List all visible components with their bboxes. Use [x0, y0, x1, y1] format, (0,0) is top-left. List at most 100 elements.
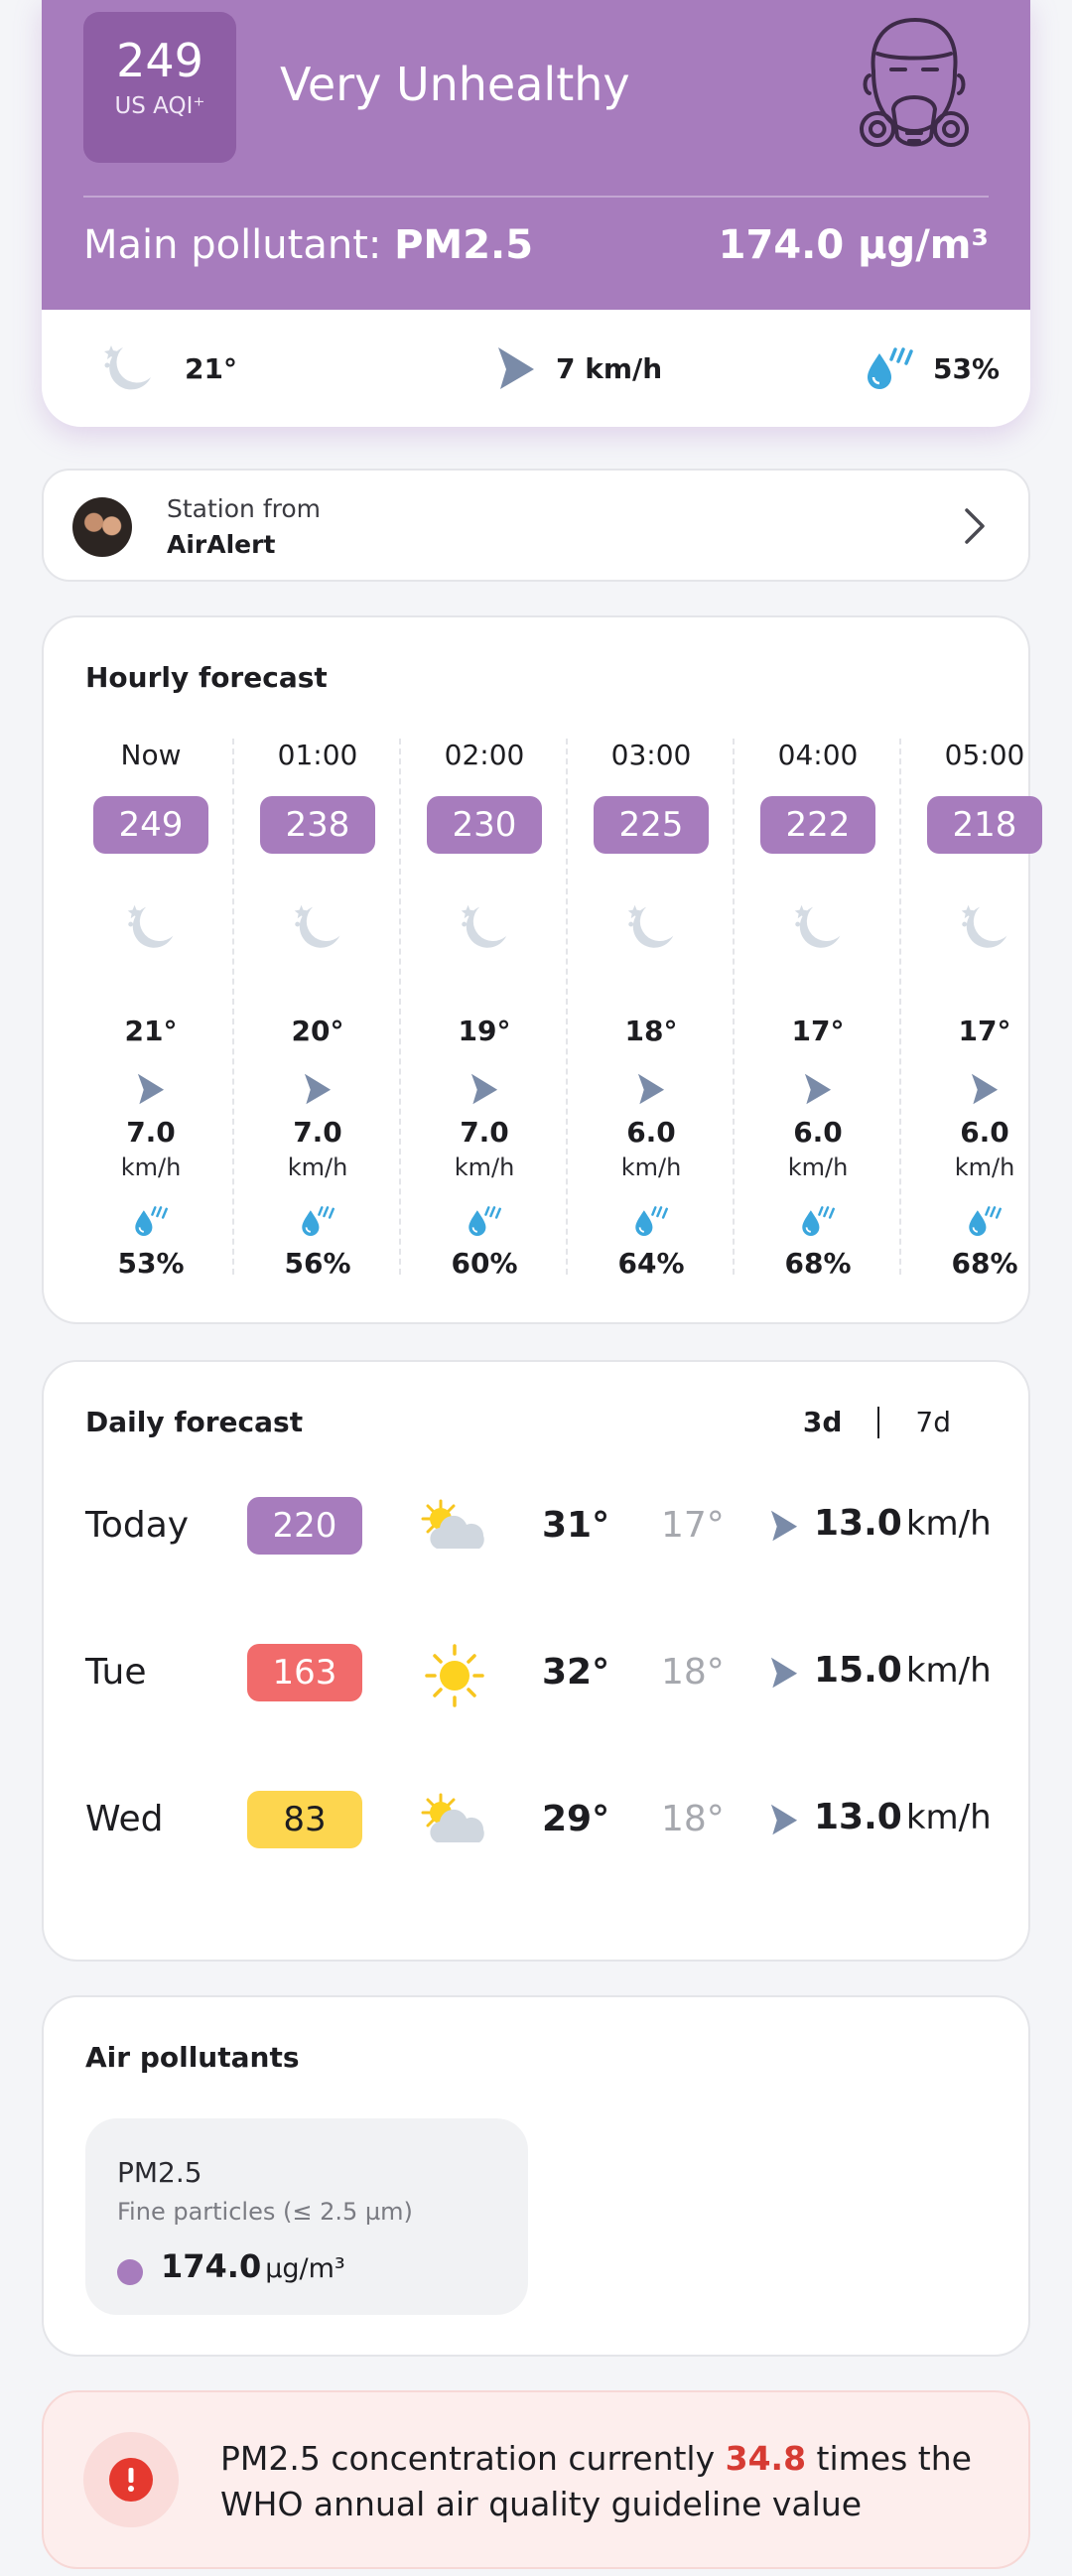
day-wind-unit: km/h: [905, 1504, 992, 1544]
daily-forecast-title: Daily forecast: [85, 1406, 304, 1438]
day-wind: 13.0 km/h: [814, 1797, 992, 1837]
hourly-item: 03:00 225 18° 6.0 km/h 64%: [568, 739, 735, 1280]
gas-mask-icon: [860, 18, 969, 147]
hour-wind-value: 6.0: [960, 1116, 1009, 1149]
daily-row[interactable]: Today 220 31° 17° 13.0 km/h: [44, 1487, 1032, 1566]
hour-weather-icon: [621, 897, 681, 961]
current-temp-value: 21°: [185, 351, 237, 385]
hour-wind-unit: km/h: [287, 1153, 348, 1181]
hour-wind-value: 6.0: [626, 1116, 676, 1149]
air-pollutants-title: Air pollutants: [85, 2041, 300, 2074]
wind-direction-icon: [971, 1073, 999, 1105]
hour-weather-icon: [288, 897, 347, 961]
pollutant-concentration: 174.0 µg/m³: [161, 2247, 345, 2285]
hour-weather-icon: [955, 897, 1014, 961]
hour-wind-icon: [802, 1072, 834, 1110]
main-pollutant-concentration: 174.0 µg/m³: [718, 222, 989, 268]
day-aqi-badge: 83: [247, 1791, 362, 1848]
current-humidity-value: 53%: [933, 351, 1001, 385]
partly-cloudy-icon: [421, 1499, 484, 1549]
hour-humidity: 64%: [617, 1247, 685, 1280]
day-low-temp: 18°: [661, 1652, 725, 1693]
hour-humidity-icon: [131, 1203, 171, 1243]
hour-wind-icon: [135, 1072, 167, 1110]
day-name: Today: [85, 1505, 190, 1546]
alert-message: PM2.5 concentration currently 34.8 times…: [220, 2436, 1005, 2527]
hour-humidity-icon: [965, 1203, 1005, 1243]
day-aqi-badge: 163: [247, 1644, 362, 1701]
hour-temp: 17°: [791, 1015, 845, 1047]
humidity-icon: [302, 1206, 335, 1236]
tab-3d[interactable]: 3d: [799, 1406, 847, 1438]
day-wind-icon: [768, 1509, 800, 1547]
hour-wind-value: 7.0: [460, 1116, 509, 1149]
main-pollutant: Main pollutant: PM2.5: [83, 222, 533, 268]
humidity-icon: [969, 1206, 1002, 1236]
hour-time: 03:00: [610, 739, 692, 771]
humidity-icon: [635, 1206, 668, 1236]
day-weather-icon: [415, 1785, 494, 1864]
hour-wind-value: 6.0: [793, 1116, 843, 1149]
hour-temp: 18°: [624, 1015, 678, 1047]
day-wind-unit: km/h: [905, 1798, 992, 1837]
pollutant-description: Fine particles (≤ 2.5 µm): [117, 2198, 413, 2226]
aqi-value: 249: [116, 34, 203, 87]
hourly-item: 05:00 218 17° 6.0 km/h 68%: [901, 739, 1068, 1280]
wind-direction-icon: [137, 1073, 165, 1105]
station-name: AirAlert: [167, 530, 276, 559]
hour-humidity: 56%: [284, 1247, 351, 1280]
aqi-unit: US AQI⁺: [114, 93, 205, 119]
hour-weather-icon: [455, 897, 514, 961]
hour-weather-icon: [788, 897, 848, 961]
day-wind-unit: km/h: [905, 1651, 992, 1691]
hour-aqi-badge: 218: [927, 796, 1042, 854]
wind-direction-icon: [804, 1073, 832, 1105]
current-humidity: 53%: [862, 343, 1000, 393]
main-pollutant-name: PM2.5: [394, 222, 534, 268]
day-low-temp: 17°: [661, 1505, 725, 1546]
day-wind: 13.0 km/h: [814, 1503, 992, 1544]
day-wind-icon: [768, 1656, 800, 1694]
chevron-right-icon: [965, 508, 985, 544]
moon-icon: [627, 904, 674, 948]
hour-humidity-icon: [298, 1203, 337, 1243]
station-from-label: Station from: [167, 494, 322, 523]
moon-icon: [294, 904, 340, 948]
current-wind-value: 7 km/h: [556, 351, 663, 385]
day-high-temp: 29°: [542, 1799, 610, 1839]
wind-direction-icon: [770, 1510, 798, 1542]
hour-wind-value: 7.0: [126, 1116, 176, 1149]
pollutant-value: 174.0: [161, 2247, 262, 2285]
wind-direction-icon: [498, 347, 534, 389]
main-pollutant-label: Main pollutant:: [83, 222, 382, 268]
hour-time: 02:00: [444, 739, 525, 771]
daily-row[interactable]: Wed 83 29° 18° 13.0 km/h: [44, 1781, 1032, 1860]
station-source-row[interactable]: Station from AirAlert: [42, 469, 1030, 582]
hour-weather-icon: [121, 897, 181, 961]
aqi-summary-card: 249 US AQI⁺ Very Unhealthy Main pollutan…: [42, 0, 1030, 427]
daily-row[interactable]: Tue 163 32° 18° 15.0 km/h: [44, 1634, 1032, 1713]
moon-icon: [461, 904, 507, 948]
wind-direction-icon: [770, 1804, 798, 1835]
humidity-icon: [802, 1206, 835, 1236]
day-name: Tue: [85, 1652, 147, 1693]
forecast-range-tabs: 3d 7d: [799, 1406, 955, 1438]
wind-direction-icon: [637, 1073, 665, 1105]
banner-divider: [83, 196, 989, 198]
aqi-value-box: 249 US AQI⁺: [83, 12, 236, 163]
moon-icon: [961, 904, 1007, 948]
hour-time: 05:00: [944, 739, 1025, 771]
hourly-item: 02:00 230 19° 7.0 km/h 60%: [401, 739, 568, 1280]
humidity-icon: [135, 1206, 168, 1236]
hour-wind-value: 7.0: [293, 1116, 342, 1149]
day-aqi-badge: 220: [247, 1497, 362, 1555]
hour-aqi-badge: 230: [427, 796, 542, 854]
tab-7d[interactable]: 7d: [911, 1406, 955, 1438]
day-wind-value: 13.0: [814, 1797, 902, 1837]
pollutant-tile-pm25[interactable]: PM2.5 Fine particles (≤ 2.5 µm) 174.0 µg/…: [85, 2118, 528, 2315]
hour-aqi-badge: 222: [760, 796, 875, 854]
hour-wind-icon: [969, 1072, 1001, 1110]
day-high-temp: 32°: [542, 1652, 610, 1693]
day-high-temp: 31°: [542, 1505, 610, 1546]
day-name: Wed: [85, 1799, 164, 1839]
